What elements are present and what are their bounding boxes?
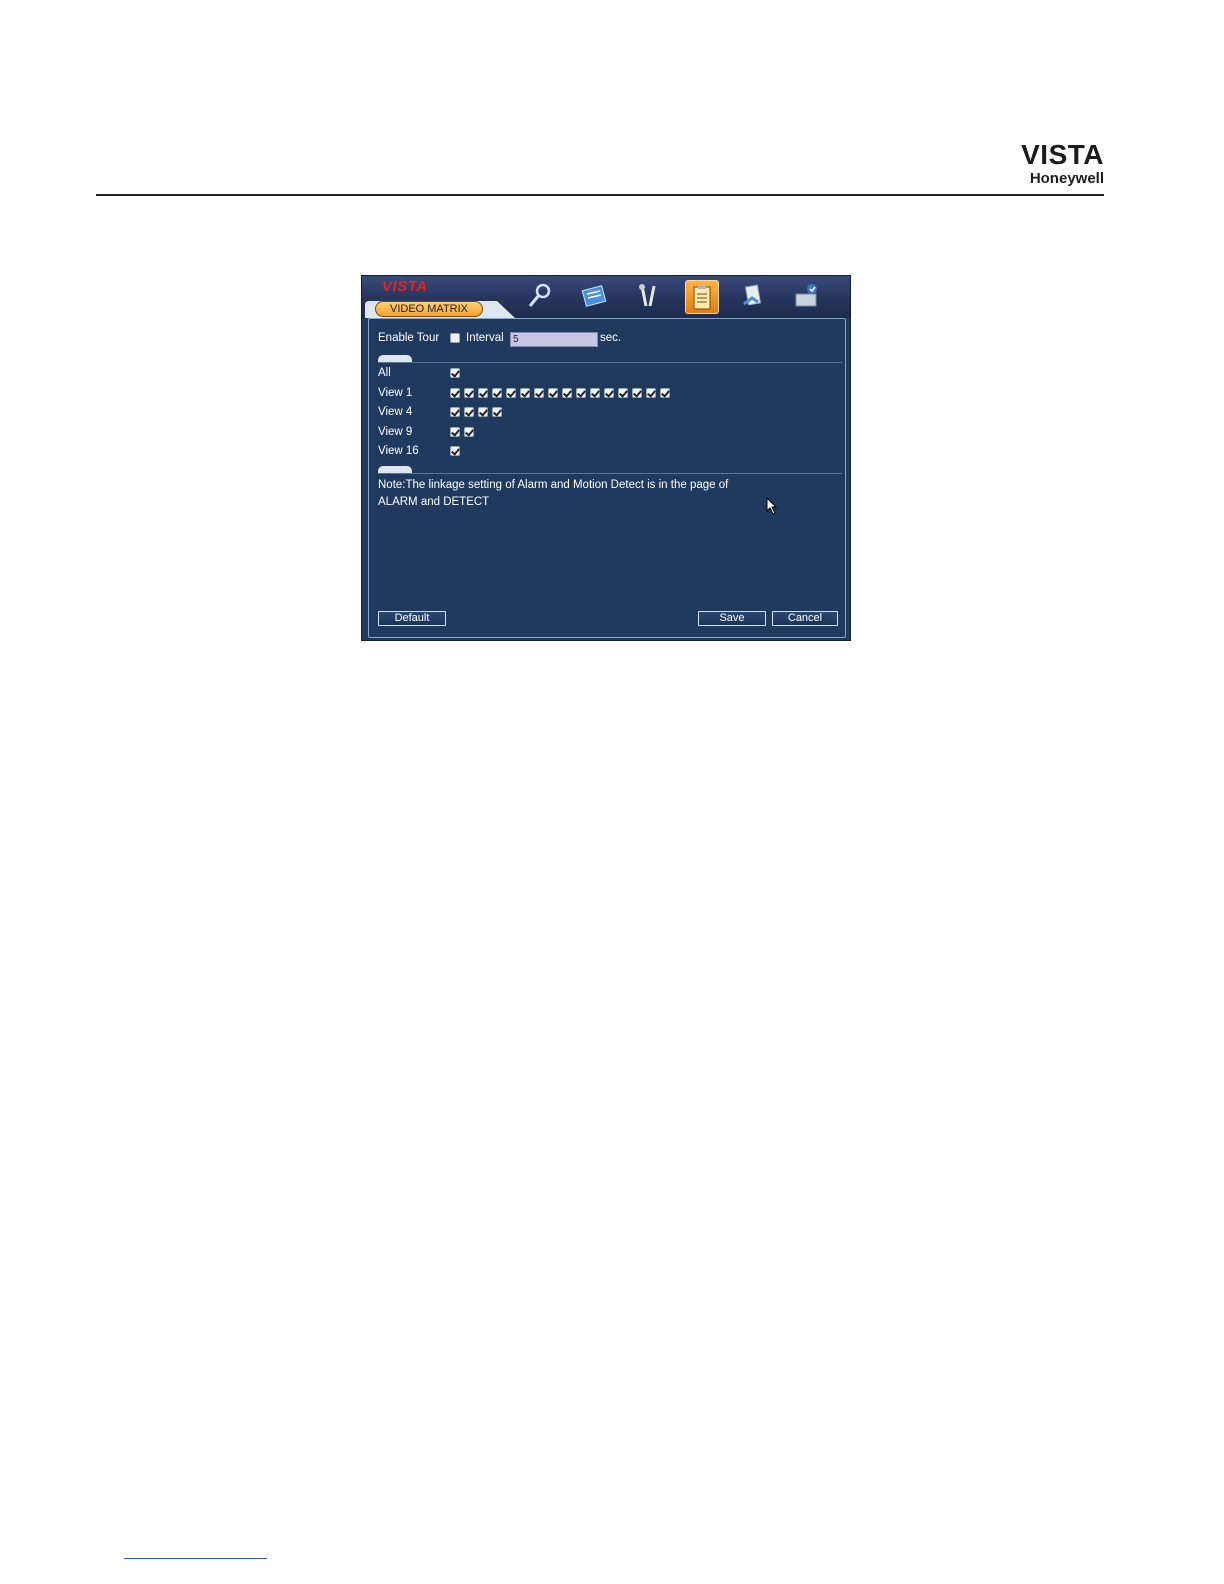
view-row-label: View 9 xyxy=(378,425,413,438)
channel-checkbox[interactable] xyxy=(450,368,460,378)
record-icon[interactable] xyxy=(578,280,610,312)
enable-tour-checkbox[interactable] xyxy=(450,333,460,343)
channel-checkbox[interactable] xyxy=(450,407,460,417)
section-tab xyxy=(378,355,412,362)
channel-checkbox[interactable] xyxy=(464,407,474,417)
interval-unit: sec. xyxy=(600,332,622,344)
channel-checkbox[interactable] xyxy=(576,387,586,398)
channel-checkbox[interactable] xyxy=(450,426,460,437)
header-rule xyxy=(96,194,1104,196)
dvr-window: VISTA VIDEO MATRIX Enable Tour Interval … xyxy=(361,275,851,641)
channel-checkbox[interactable] xyxy=(450,446,460,456)
channel-checkbox[interactable] xyxy=(478,407,488,417)
channel-checkbox[interactable] xyxy=(520,387,530,398)
search-icon[interactable] xyxy=(524,280,556,312)
view-row-label: View 4 xyxy=(378,406,413,418)
toolbar: VISTA VIDEO MATRIX xyxy=(362,276,850,318)
view-row-label: View 1 xyxy=(378,386,413,399)
channel-checkbox[interactable] xyxy=(464,426,474,437)
interval-input[interactable]: 5 xyxy=(510,332,598,347)
channel-checkbox[interactable] xyxy=(464,387,474,398)
channel-checkbox[interactable] xyxy=(492,407,502,417)
channel-checkbox[interactable] xyxy=(646,387,656,398)
channel-checkbox[interactable] xyxy=(590,387,600,398)
footer-link-underline[interactable] xyxy=(124,1558,267,1559)
cancel-button[interactable]: Cancel xyxy=(772,611,838,626)
dvr-logo: VISTA xyxy=(382,278,428,295)
channel-checkbox[interactable] xyxy=(492,387,502,398)
channel-checkbox[interactable] xyxy=(548,387,558,398)
channel-checkbox[interactable] xyxy=(632,387,642,398)
section-divider xyxy=(378,473,842,474)
channel-checkbox[interactable] xyxy=(450,387,460,398)
view-row-label: View 16 xyxy=(378,445,419,457)
section-divider xyxy=(378,362,842,363)
channel-checkbox[interactable] xyxy=(562,387,572,398)
save-button[interactable]: Save xyxy=(698,611,766,626)
brand-vista-text: VISTA xyxy=(1021,139,1104,170)
view-row-label: All xyxy=(378,367,391,379)
network-icon[interactable] xyxy=(738,280,770,312)
settings-icon[interactable] xyxy=(685,280,719,314)
tab-video-matrix[interactable]: VIDEO MATRIX xyxy=(375,301,483,317)
interval-label: Interval xyxy=(466,332,504,344)
channel-checkbox[interactable] xyxy=(660,387,670,398)
channel-checkbox[interactable] xyxy=(618,387,628,398)
disk-icon[interactable] xyxy=(791,280,823,312)
mouse-cursor-icon xyxy=(766,497,778,515)
note-line-1: Note:The linkage setting of Alarm and Mo… xyxy=(378,479,729,491)
channel-checkbox[interactable] xyxy=(506,387,516,398)
enable-tour-label: Enable Tour xyxy=(378,332,440,344)
content-panel xyxy=(368,318,846,638)
note-line-2: ALARM and DETECT xyxy=(378,496,490,508)
brand-logo: VISTA Honeywell xyxy=(1006,140,1104,188)
default-button[interactable]: Default xyxy=(378,611,446,626)
channel-checkbox[interactable] xyxy=(534,387,544,398)
brand-honeywell-text: Honeywell xyxy=(1029,170,1104,187)
channel-checkbox[interactable] xyxy=(478,387,488,398)
channel-checkbox[interactable] xyxy=(604,387,614,398)
tools-icon[interactable] xyxy=(632,280,664,312)
section-tab xyxy=(378,466,412,473)
